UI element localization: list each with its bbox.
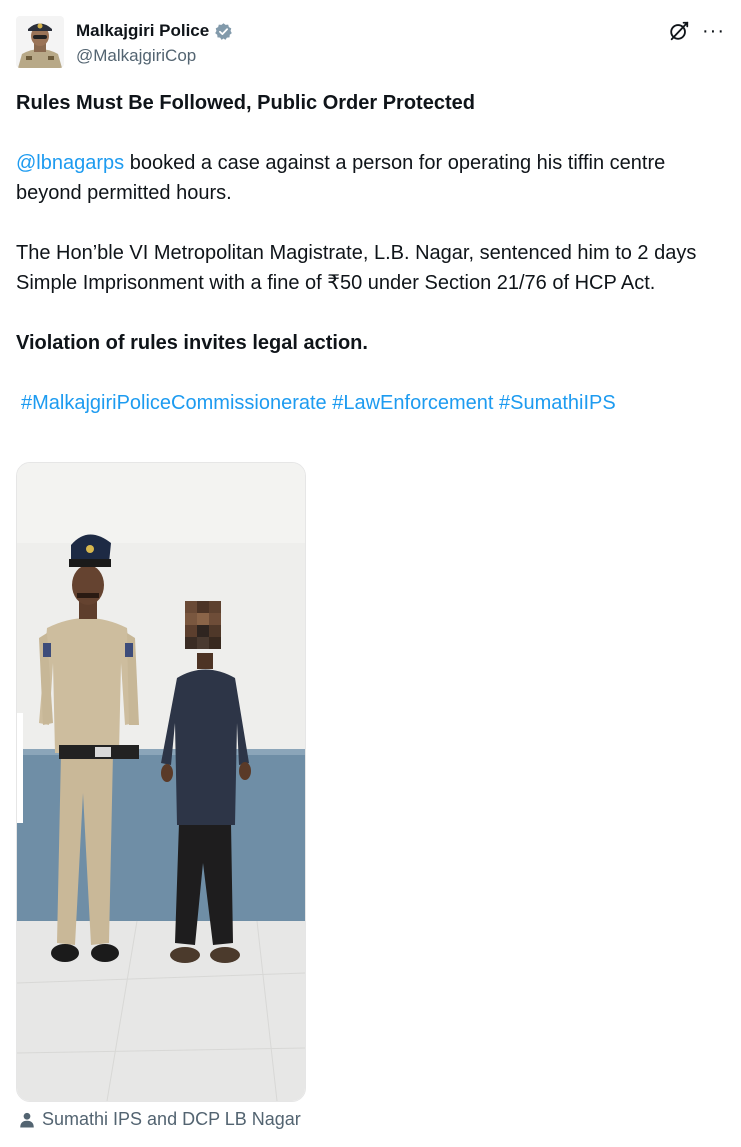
hashtag-link[interactable]: #LawEnforcement xyxy=(332,392,493,414)
hashtag-list: #MalkajgiriPoliceCommissionerate #LawEnf… xyxy=(16,388,716,418)
photo-illustration xyxy=(17,463,305,1101)
tweet-paragraph-1: @lbnagarps booked a case against a perso… xyxy=(16,148,716,208)
tweet-header: Malkajgiri Police @MalkajgiriCop ··· xyxy=(16,14,725,74)
avatar[interactable] xyxy=(16,16,64,68)
tweet-headline: Rules Must Be Followed, Public Order Pro… xyxy=(16,92,475,114)
author-handle[interactable]: @MalkajgiriCop xyxy=(76,45,233,67)
photo-tags[interactable]: Sumathi IPS and DCP LB Nagar xyxy=(18,1106,301,1132)
mention-link[interactable]: @lbnagarps xyxy=(16,152,124,174)
author-display-name[interactable]: Malkajgiri Police xyxy=(76,20,209,42)
tweet-photo[interactable] xyxy=(16,462,306,1102)
hashtag-link[interactable]: #MalkajgiriPoliceCommissionerate xyxy=(21,392,327,414)
verified-badge-icon xyxy=(214,22,233,41)
tweet-paragraph-3: Violation of rules invites legal action. xyxy=(16,332,368,354)
tweet-paragraph-2: The Hon’ble VI Metropolitan Magistrate, … xyxy=(16,242,697,294)
grok-icon[interactable] xyxy=(668,20,690,42)
tweet-actions: ··· xyxy=(668,20,725,42)
more-options-icon[interactable]: ··· xyxy=(702,21,725,41)
tweet-body: Rules Must Be Followed, Public Order Pro… xyxy=(16,88,716,448)
hashtag-link[interactable]: #SumathiIPS xyxy=(499,392,616,414)
author-info: Malkajgiri Police @MalkajgiriCop xyxy=(76,20,233,67)
tagged-users-label[interactable]: Sumathi IPS and DCP LB Nagar xyxy=(42,1106,301,1132)
person-tag-icon xyxy=(18,1110,36,1128)
